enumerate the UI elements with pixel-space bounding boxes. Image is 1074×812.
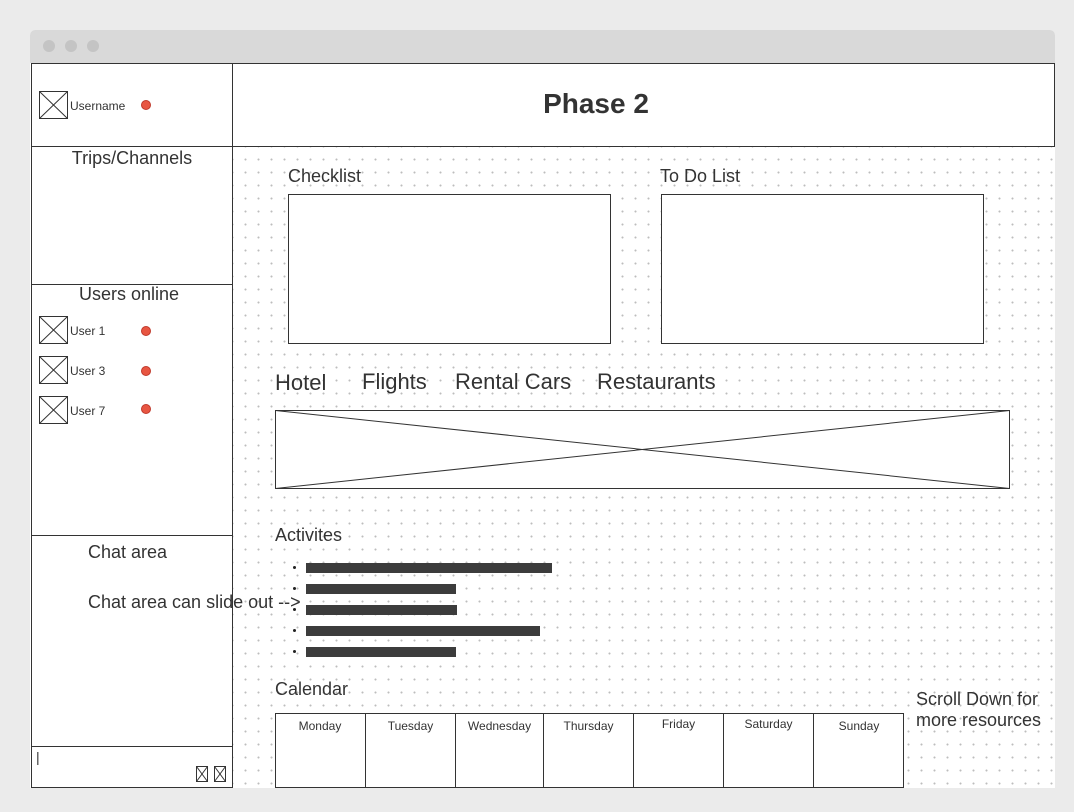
calendar-day-tuesday[interactable]: Tuesday <box>366 713 456 788</box>
resource-image-placeholder-icon <box>275 410 1010 489</box>
user-3-avatar-icon[interactable] <box>39 356 68 384</box>
checklist-label: Checklist <box>288 166 362 186</box>
day-label: Thursday <box>563 719 614 733</box>
activities-label: Activites <box>275 525 343 545</box>
window-minimize-dot[interactable] <box>65 40 77 52</box>
chat-send-icon[interactable] <box>214 766 226 782</box>
tab-hotel[interactable]: Hotel <box>275 370 326 396</box>
scroll-note-line-2: more resources <box>916 710 1042 730</box>
user-1-label[interactable]: User 1 <box>70 324 105 338</box>
activity-item[interactable] <box>306 605 457 615</box>
activity-bullet <box>293 608 296 611</box>
sidebar-divider-2 <box>31 535 233 536</box>
scroll-note-line-1: Scroll Down for <box>916 689 1039 709</box>
chat-area-heading: Chat area <box>88 542 168 562</box>
user-7-label[interactable]: User 7 <box>70 404 105 418</box>
checklist-box[interactable] <box>288 194 611 344</box>
user-7-avatar-icon[interactable] <box>39 396 68 424</box>
chat-input[interactable]: | <box>36 749 40 765</box>
chat-slide-note: Chat area can slide out --> <box>88 592 301 612</box>
activity-bullet <box>293 566 296 569</box>
users-online-heading: Users online <box>78 284 180 304</box>
chat-input-divider <box>31 746 233 747</box>
calendar-day-sunday[interactable]: Sunday <box>814 713 904 788</box>
activity-item[interactable] <box>306 563 552 573</box>
calendar-day-friday[interactable]: Friday <box>634 713 724 788</box>
trips-channels-heading: Trips/Channels <box>71 148 193 168</box>
todo-list-box[interactable] <box>661 194 984 344</box>
day-label: Saturday <box>744 717 793 731</box>
tab-flights[interactable]: Flights <box>362 369 427 395</box>
calendar-day-monday[interactable]: Monday <box>275 713 366 788</box>
user-3-status-indicator <box>141 366 151 376</box>
tab-restaurants[interactable]: Restaurants <box>597 369 716 395</box>
activity-bullet <box>293 650 296 653</box>
activity-bullet <box>293 587 296 590</box>
user-1-avatar-icon[interactable] <box>39 316 68 344</box>
day-label: Monday <box>298 719 342 733</box>
activity-item[interactable] <box>306 584 456 594</box>
calendar-day-wednesday[interactable]: Wednesday <box>456 713 544 788</box>
user-status-indicator <box>141 100 151 110</box>
user-avatar-icon[interactable] <box>39 91 68 119</box>
window-titlebar <box>30 30 1055 63</box>
sidebar <box>31 63 233 788</box>
todo-list-label: To Do List <box>660 166 741 186</box>
user-7-status-indicator <box>141 404 151 414</box>
day-label: Wednesday <box>467 719 532 733</box>
calendar-day-saturday[interactable]: Saturday <box>724 713 814 788</box>
activity-item[interactable] <box>306 647 456 657</box>
day-label: Friday <box>661 717 696 731</box>
tab-rental-cars[interactable]: Rental Cars <box>455 369 571 395</box>
window-close-dot[interactable] <box>43 40 55 52</box>
calendar-label: Calendar <box>275 679 349 699</box>
username-label[interactable]: Username <box>70 99 125 113</box>
page-title: Phase 2 <box>543 88 649 119</box>
day-label: Sunday <box>838 719 880 733</box>
window-maximize-dot[interactable] <box>87 40 99 52</box>
chat-attach-icon[interactable] <box>196 766 208 782</box>
user-1-status-indicator <box>141 326 151 336</box>
calendar-day-thursday[interactable]: Thursday <box>544 713 634 788</box>
user-3-label[interactable]: User 3 <box>70 364 105 378</box>
activity-item[interactable] <box>306 626 540 636</box>
activity-bullet <box>293 629 296 632</box>
day-label: Tuesday <box>387 719 434 733</box>
scroll-note: Scroll Down for more resources <box>916 689 1041 731</box>
